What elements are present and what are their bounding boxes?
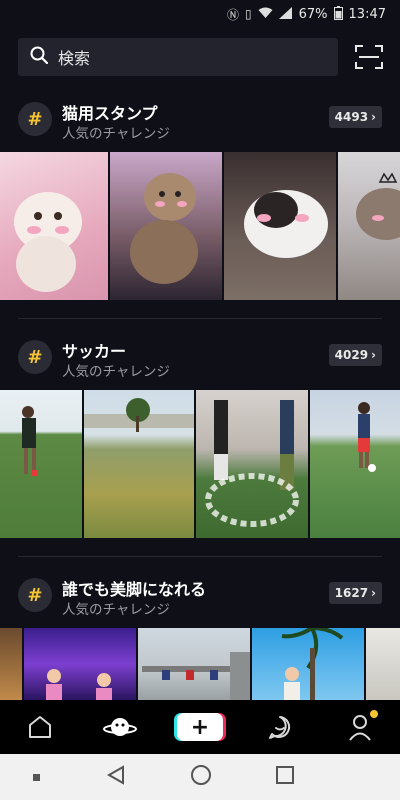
chevron-right-icon: › <box>371 348 376 362</box>
thumbnail-strip <box>0 152 400 300</box>
section-title: サッカー <box>62 342 127 361</box>
video-thumbnail[interactable] <box>138 628 250 700</box>
section-subtitle: 人気のチャレンジ <box>62 364 170 380</box>
video-thumbnail[interactable] <box>310 390 400 538</box>
overview-square-icon[interactable] <box>275 765 295 789</box>
video-thumbnail[interactable] <box>366 628 400 700</box>
wifi-icon <box>258 7 273 22</box>
hashtag-icon: # <box>18 102 52 136</box>
thumbnail-strip <box>0 390 400 538</box>
hashtag-icon: # <box>18 340 52 374</box>
section-divider <box>18 556 382 557</box>
section-header[interactable]: # 誰でも美脚になれる 人気のチャレンジ 1627 › <box>0 566 400 628</box>
scan-icon[interactable] <box>354 44 384 70</box>
challenge-section[interactable]: # 猫用スタンプ 人気のチャレンジ 4493 › <box>0 90 400 300</box>
home-icon[interactable] <box>0 700 80 754</box>
recents-dot-icon[interactable] <box>32 768 42 787</box>
planet-icon[interactable] <box>80 700 160 754</box>
video-thumbnail[interactable] <box>24 628 136 700</box>
hashtag-icon: # <box>18 578 52 612</box>
count-value: 4029 <box>334 348 369 362</box>
bottom-nav: + <box>0 700 400 754</box>
chat-icon[interactable] <box>240 700 320 754</box>
video-thumbnail[interactable] <box>224 152 336 300</box>
video-thumbnail[interactable] <box>0 628 22 700</box>
video-thumbnail[interactable] <box>110 152 222 300</box>
search-row: 検索 <box>0 30 400 80</box>
section-subtitle: 人気のチャレンジ <box>62 602 170 618</box>
battery-icon <box>333 5 343 23</box>
search-placeholder: 検索 <box>58 49 91 68</box>
video-thumbnail[interactable] <box>252 628 364 700</box>
notification-dot <box>370 710 378 718</box>
status-bar: Ⓝ ▯ 67% 13:47 <box>0 0 400 28</box>
signal-icon <box>278 6 293 22</box>
video-thumbnail[interactable] <box>338 152 400 300</box>
video-thumbnail[interactable] <box>0 390 82 538</box>
clock: 13:47 <box>348 6 386 22</box>
video-thumbnail[interactable] <box>84 390 194 538</box>
search-icon <box>30 46 49 68</box>
back-icon[interactable] <box>105 764 127 790</box>
count-badge[interactable]: 4493 › <box>328 106 382 128</box>
section-header[interactable]: # 猫用スタンプ 人気のチャレンジ 4493 › <box>0 90 400 152</box>
count-badge[interactable]: 4029 › <box>328 344 382 366</box>
section-header[interactable]: # サッカー 人気のチャレンジ 4029 › <box>0 328 400 390</box>
profile-icon[interactable] <box>320 700 400 754</box>
count-badge[interactable]: 1627 › <box>328 582 382 604</box>
section-subtitle: 人気のチャレンジ <box>62 126 170 142</box>
battery-percent: 67% <box>298 6 328 22</box>
thumbnail-strip <box>0 628 400 700</box>
nfc-icon: Ⓝ <box>227 7 240 22</box>
plus-icon: + <box>177 713 223 741</box>
vibrate-icon: ▯ <box>245 7 252 21</box>
section-title: 猫用スタンプ <box>62 104 158 123</box>
create-button[interactable]: + <box>160 700 240 754</box>
count-value: 1627 <box>334 586 369 600</box>
section-title: 誰でも美脚になれる <box>62 580 207 599</box>
home-circle-icon[interactable] <box>190 764 212 790</box>
video-thumbnail[interactable] <box>196 390 308 538</box>
search-input[interactable]: 検索 <box>18 38 338 76</box>
video-thumbnail[interactable] <box>0 152 108 300</box>
chevron-right-icon: › <box>371 110 376 124</box>
challenge-section[interactable]: # 誰でも美脚になれる 人気のチャレンジ 1627 › <box>0 566 400 700</box>
challenge-section[interactable]: # サッカー 人気のチャレンジ 4029 › <box>0 328 400 538</box>
system-nav-bar <box>0 754 400 800</box>
section-divider <box>18 318 382 319</box>
count-value: 4493 <box>334 110 369 124</box>
chevron-right-icon: › <box>371 586 376 600</box>
